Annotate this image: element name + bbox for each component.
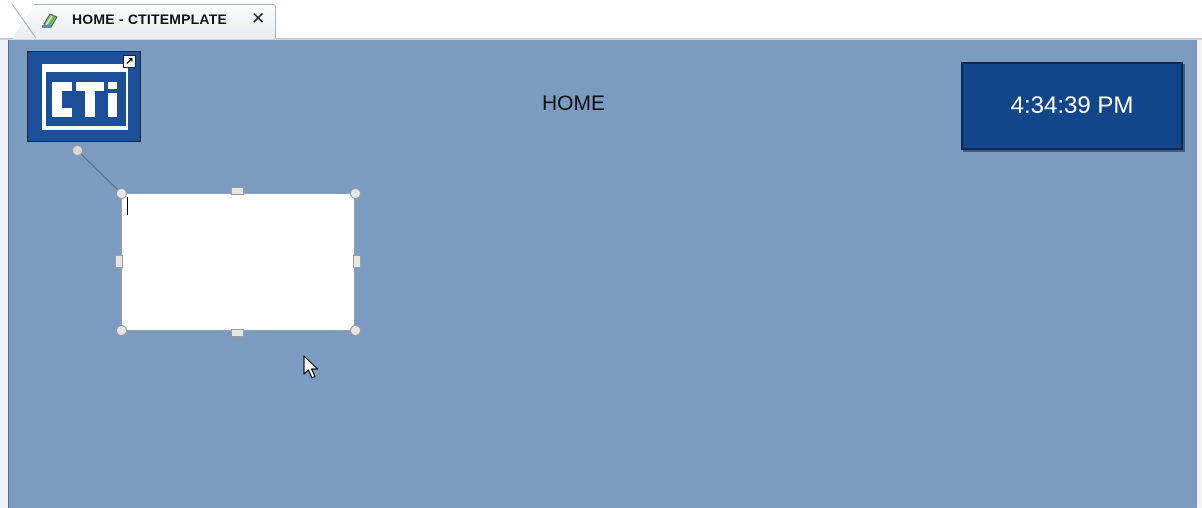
resize-handle-right[interactable] — [353, 255, 361, 268]
resize-handle-bottom-left[interactable] — [116, 325, 127, 336]
mouse-pointer-icon — [303, 355, 319, 379]
screen-document-icon — [42, 13, 58, 28]
resize-handle-bottom-right[interactable] — [350, 325, 361, 336]
resize-handle-left[interactable] — [115, 255, 123, 268]
shortcut-arrow-icon: ↗ — [123, 55, 136, 68]
clock-display[interactable]: 4:34:39 PM — [961, 62, 1183, 150]
resize-handle-top-left[interactable] — [116, 188, 127, 199]
text-box-object[interactable] — [121, 193, 355, 331]
resize-handle-top[interactable] — [231, 187, 244, 195]
tab-close-icon[interactable]: ✕ — [251, 9, 265, 29]
connector-handle[interactable] — [72, 145, 83, 156]
tab-title: HOME - CTITEMPLATE — [72, 11, 227, 27]
tab-edge — [12, 4, 36, 38]
resize-handle-bottom[interactable] — [231, 329, 244, 337]
right-gutter — [1197, 40, 1202, 508]
cti-logo-icon — [42, 64, 128, 130]
page-title: HOME — [542, 92, 605, 115]
resize-handle-top-right[interactable] — [350, 188, 361, 199]
text-caret — [127, 197, 128, 215]
